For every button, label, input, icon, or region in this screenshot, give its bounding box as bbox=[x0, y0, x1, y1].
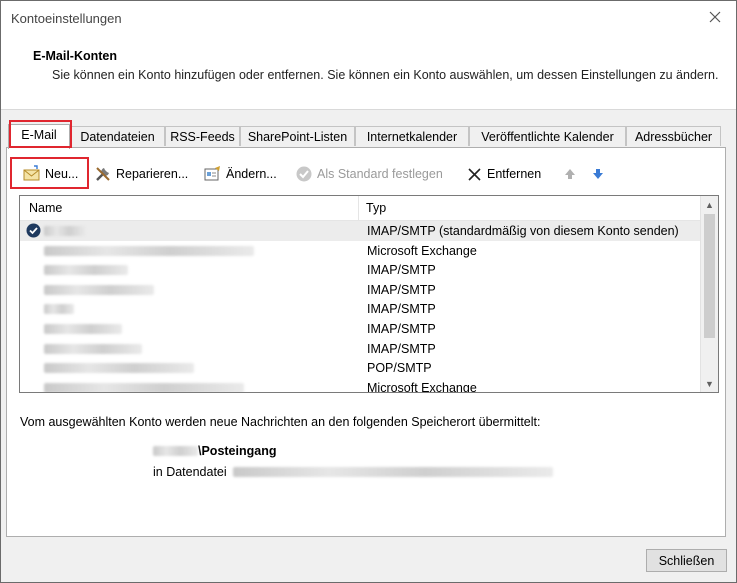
remove-button[interactable]: Entfernen bbox=[467, 163, 541, 185]
account-row[interactable]: IMAP/SMTP bbox=[20, 280, 701, 300]
list-header: Name Typ bbox=[20, 196, 701, 221]
close-icon[interactable] bbox=[702, 5, 728, 31]
tools-icon bbox=[94, 165, 112, 183]
account-name-redacted bbox=[44, 264, 128, 276]
window-title: Kontoeinstellungen bbox=[11, 11, 122, 26]
account-row[interactable]: IMAP/SMTP (standardmäßig von diesem Kont… bbox=[20, 221, 701, 241]
default-account-check-icon bbox=[26, 223, 41, 238]
datafile-path-redacted bbox=[232, 467, 553, 477]
tab-published-calendars[interactable]: Veröffentlichte Kalender bbox=[469, 126, 626, 146]
account-name-redacted bbox=[44, 225, 86, 236]
accounts-list[interactable]: Name Typ IMAP/SMTP (standardmäßig von di… bbox=[19, 195, 719, 393]
account-name-redacted bbox=[44, 303, 74, 315]
scroll-up-icon[interactable]: ▲ bbox=[701, 196, 718, 213]
delivery-folder: \Posteingang bbox=[153, 444, 276, 458]
move-up-button[interactable] bbox=[563, 163, 581, 185]
dialog-header: E-Mail-Konten Sie können ein Konto hinzu… bbox=[1, 37, 736, 110]
tab-data-files[interactable]: Datendateien bbox=[70, 126, 165, 146]
scroll-thumb[interactable] bbox=[704, 214, 715, 338]
set-default-button-label: Als Standard festlegen bbox=[317, 167, 443, 181]
account-type: IMAP/SMTP (standardmäßig von diesem Kont… bbox=[367, 224, 679, 238]
tab-strip: E-Mail Datendateien RSS-Feeds SharePoint… bbox=[6, 124, 726, 149]
edit-card-icon bbox=[204, 165, 222, 183]
account-type: IMAP/SMTP bbox=[367, 321, 436, 336]
account-name-redacted bbox=[44, 362, 194, 374]
account-row[interactable]: IMAP/SMTP bbox=[20, 319, 701, 339]
account-row[interactable]: POP/SMTP bbox=[20, 358, 701, 378]
tab-address-books[interactable]: Adressbücher bbox=[626, 126, 721, 146]
delivery-info-text: Vom ausgewählten Konto werden neue Nachr… bbox=[20, 415, 541, 429]
mailbox-name-redacted bbox=[153, 446, 198, 456]
x-icon bbox=[467, 165, 483, 183]
delivery-datafile: in Datendatei bbox=[153, 465, 553, 479]
check-circle-icon bbox=[295, 165, 313, 183]
remove-button-label: Entfernen bbox=[487, 167, 542, 181]
account-row[interactable]: Microsoft Exchange bbox=[20, 378, 701, 393]
account-type: POP/SMTP bbox=[367, 361, 432, 376]
tab-sharepoint-lists[interactable]: SharePoint-Listen bbox=[240, 126, 355, 146]
close-button[interactable]: Schließen bbox=[646, 549, 727, 572]
account-row[interactable]: Microsoft Exchange bbox=[20, 241, 701, 261]
arrow-down-icon bbox=[591, 165, 605, 183]
delivery-folder-name: \Posteingang bbox=[198, 444, 277, 458]
new-mail-icon bbox=[23, 165, 41, 183]
account-type: Microsoft Exchange bbox=[367, 243, 477, 258]
title-bar: Kontoeinstellungen bbox=[1, 1, 736, 37]
account-type: IMAP/SMTP bbox=[367, 341, 436, 356]
account-type: IMAP/SMTP bbox=[367, 282, 436, 297]
account-settings-dialog: Kontoeinstellungen E-Mail-Konten Sie kön… bbox=[0, 0, 737, 583]
datafile-prefix: in Datendatei bbox=[153, 465, 227, 479]
account-row[interactable]: IMAP/SMTP bbox=[20, 299, 701, 319]
account-type: IMAP/SMTP bbox=[367, 302, 436, 317]
account-type: Microsoft Exchange bbox=[367, 380, 477, 393]
change-button-label: Ändern... bbox=[226, 167, 277, 181]
column-header-type[interactable]: Typ bbox=[366, 196, 386, 220]
account-name-redacted bbox=[44, 323, 122, 334]
account-name-redacted bbox=[44, 284, 154, 295]
tab-internet-calendars[interactable]: Internetkalender bbox=[355, 126, 469, 146]
account-name-redacted bbox=[44, 382, 244, 392]
header-title: E-Mail-Konten bbox=[33, 49, 118, 63]
new-button-label: Neu... bbox=[45, 167, 79, 181]
list-vertical-scrollbar[interactable]: ▲ ▼ bbox=[700, 196, 718, 392]
account-name-redacted bbox=[44, 343, 142, 354]
header-description: Sie können ein Konto hinzufügen oder ent… bbox=[52, 68, 719, 82]
change-button[interactable]: Ändern... bbox=[204, 163, 277, 185]
tab-email[interactable]: E-Mail bbox=[8, 124, 70, 149]
tab-rss-feeds[interactable]: RSS-Feeds bbox=[165, 126, 240, 146]
account-row[interactable]: IMAP/SMTP bbox=[20, 260, 701, 280]
arrow-up-icon bbox=[563, 165, 577, 183]
account-rows: IMAP/SMTP (standardmäßig von diesem Kont… bbox=[20, 221, 701, 393]
account-name-redacted bbox=[44, 245, 254, 256]
set-default-button[interactable]: Als Standard festlegen bbox=[295, 163, 443, 185]
move-down-button[interactable] bbox=[591, 163, 609, 185]
scroll-down-icon[interactable]: ▼ bbox=[701, 375, 718, 392]
column-header-name[interactable]: Name bbox=[29, 196, 62, 220]
repair-button-label: Reparieren... bbox=[116, 167, 189, 181]
account-type: IMAP/SMTP bbox=[367, 263, 436, 278]
account-row[interactable]: IMAP/SMTP bbox=[20, 339, 701, 359]
new-account-button[interactable]: Neu... bbox=[23, 163, 78, 185]
repair-button[interactable]: Reparieren... bbox=[94, 163, 188, 185]
